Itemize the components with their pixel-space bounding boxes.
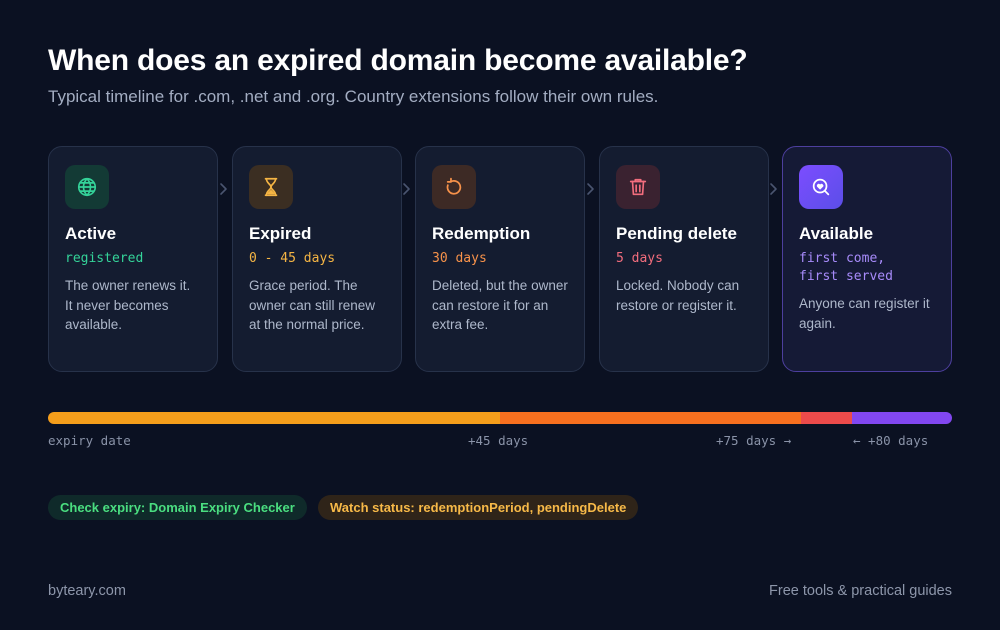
chevron-right-icon: [585, 182, 595, 196]
timeline-label-80: ← +80 days: [853, 433, 929, 448]
chevron-right-icon: [218, 182, 228, 196]
timeline-label-start: expiry date: [48, 433, 131, 448]
search-heart-icon: [799, 165, 843, 209]
page-title: When does an expired domain become avail…: [48, 44, 748, 77]
stage-description: The owner renews it. It never becomes av…: [65, 278, 191, 332]
stage-card-active: Active registered The owner renews it. I…: [48, 146, 218, 372]
chevron-right-icon: [768, 182, 778, 196]
stage-title: Expired: [249, 224, 312, 243]
stage-title: Active: [65, 224, 117, 243]
stage-cards: Active registered The owner renews it. I…: [48, 146, 952, 372]
stage-description: Grace period. The owner can still renew …: [249, 278, 376, 332]
site-name[interactable]: byteary.com: [48, 583, 126, 599]
status-badge: Watch status: redemptionPeriod, pendingD…: [318, 495, 639, 520]
chevron-right-icon: [401, 182, 411, 196]
stage-duration: 30 days: [432, 251, 487, 266]
stage-duration: 5 days: [616, 251, 663, 266]
stage-card-expired: Expired 0 - 45 days Grace period. The ow…: [232, 146, 402, 372]
globe-icon: [65, 165, 109, 209]
stage-card-available: Available first come, first served Anyon…: [782, 146, 952, 372]
timeline-label-75: +75 days →: [716, 433, 792, 448]
trash-icon: [616, 165, 660, 209]
stage-duration: registered: [65, 251, 144, 266]
stage-description: Locked. Nobody can restore or register i…: [616, 278, 740, 313]
footer-tagline: Free tools & practical guides: [769, 583, 952, 599]
stage-duration: first come, first served: [799, 251, 893, 284]
stage-title: Redemption: [432, 224, 531, 243]
stage-duration: 0 - 45 days: [249, 251, 336, 266]
page-subtitle: Typical timeline for .com, .net and .org…: [48, 87, 659, 106]
stage-description: Deleted, but the owner can restore it fo…: [432, 278, 568, 332]
stage-card-pending-delete: Pending delete 5 days Locked. Nobody can…: [599, 146, 769, 372]
timeline-label-45: +45 days: [468, 433, 529, 448]
timeline-bar: [48, 412, 952, 424]
restore-icon: [432, 165, 476, 209]
stage-card-redemption: Redemption 30 days Deleted, but the owne…: [415, 146, 585, 372]
expiry-checker-link[interactable]: Check expiry: Domain Expiry Checker: [48, 495, 307, 520]
hourglass-icon: [249, 165, 293, 209]
stage-title: Pending delete: [616, 224, 737, 243]
timeline-segment-pending-delete: [801, 412, 852, 424]
stage-description: Anyone can register it again.: [799, 296, 930, 331]
timeline-segment-expired: [48, 412, 500, 424]
stage-title: Available: [799, 224, 874, 243]
timeline-segment-available: [852, 412, 952, 424]
timeline-segment-redemption: [500, 412, 801, 424]
